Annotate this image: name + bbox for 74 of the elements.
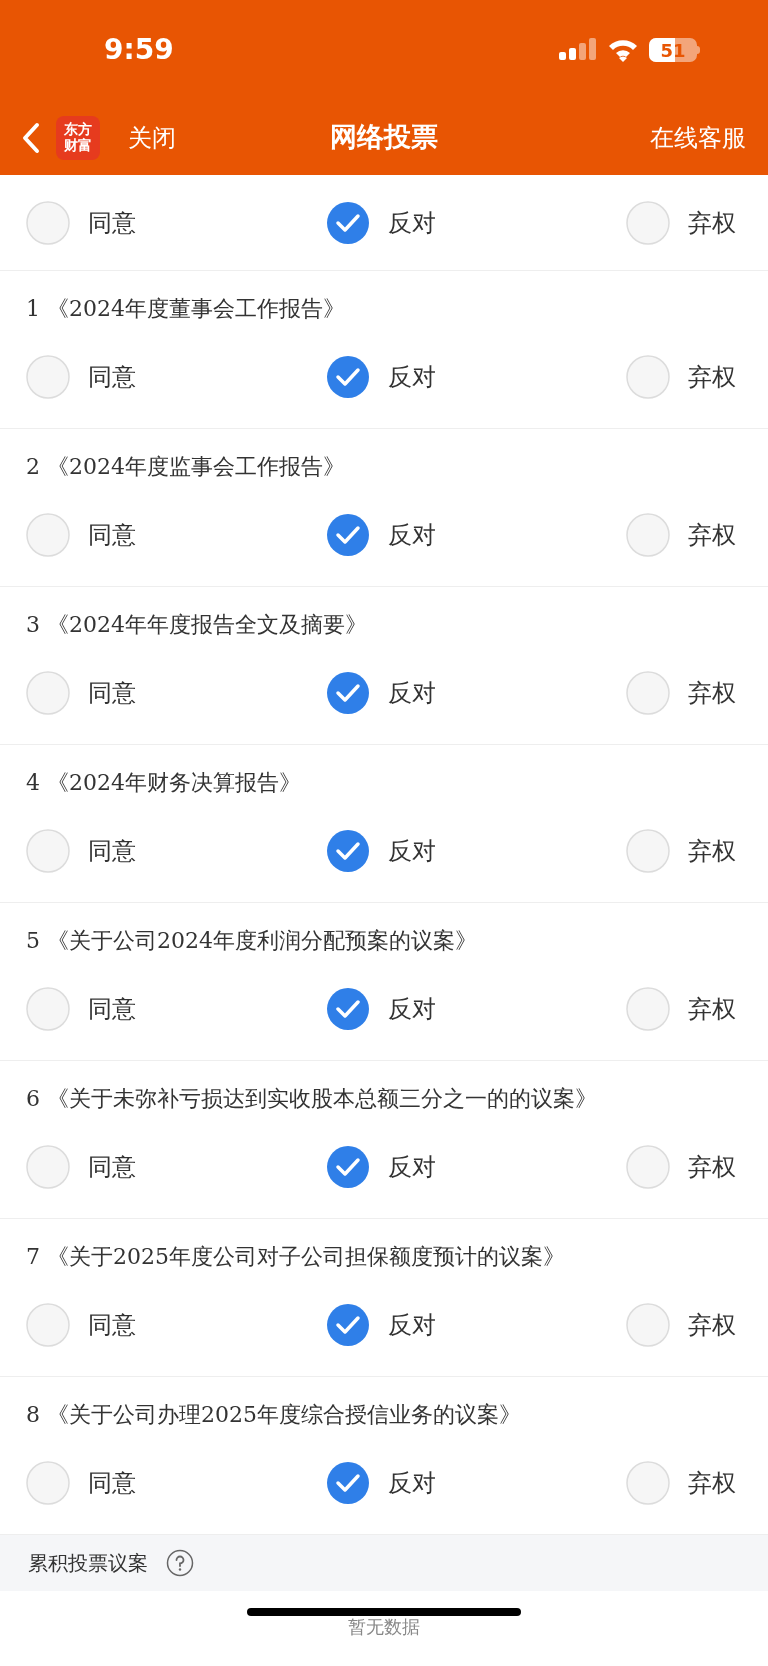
radio-unchecked[interactable] [626,200,670,245]
radio-unchecked[interactable] [626,1460,670,1505]
signal-icon [559,38,597,62]
radio-checked[interactable] [326,354,370,399]
back-icon[interactable] [22,121,40,154]
radio-unchecked[interactable] [26,1460,70,1505]
option-label: 同意 [88,519,136,551]
radio-unchecked[interactable] [26,1302,70,1347]
radio-checked[interactable] [326,512,370,557]
option-label: 同意 [88,677,136,709]
radio-unchecked[interactable] [26,828,70,873]
option-label: 同意 [88,207,136,239]
option-label: 弃权 [688,519,736,551]
radio-checked[interactable] [326,1460,370,1505]
option-label: 反对 [388,835,436,867]
radio-unchecked[interactable] [26,986,70,1031]
section-title: 累积投票议案 [28,1550,148,1577]
option-label: 同意 [88,1309,136,1341]
help-icon[interactable] [166,1549,194,1577]
option-label: 反对 [388,1467,436,1499]
radio-checked[interactable] [326,200,370,245]
proposal-title: 5 《关于公司2024年度利润分配预案的议案》 [26,927,477,955]
proposal-title: 6 《关于未弥补亏损达到实收股本总额三分之一的的议案》 [26,1085,597,1113]
option-label: 反对 [388,1151,436,1183]
option-label: 反对 [388,993,436,1025]
status-time: 9:59 [104,32,174,68]
close-button[interactable]: 关闭 [128,119,176,156]
option-label: 弃权 [688,207,736,239]
app-logo: 东方财富 [56,115,100,160]
proposal-title: 3 《2024年年度报告全文及摘要》 [26,611,367,639]
proposal-title: 2 《2024年度监事会工作报告》 [26,453,345,481]
radio-unchecked[interactable] [626,670,670,715]
option-label: 反对 [388,519,436,551]
radio-unchecked[interactable] [26,512,70,557]
radio-unchecked[interactable] [626,512,670,557]
option-label: 弃权 [688,1151,736,1183]
radio-unchecked[interactable] [626,986,670,1031]
radio-unchecked[interactable] [26,1144,70,1189]
option-label: 弃权 [688,993,736,1025]
option-label: 弃权 [688,1467,736,1499]
radio-checked[interactable] [326,1302,370,1347]
option-label: 弃权 [688,361,736,393]
option-label: 同意 [88,993,136,1025]
option-label: 反对 [388,361,436,393]
radio-checked[interactable] [326,986,370,1031]
option-label: 反对 [388,207,436,239]
battery-icon: 51 [649,38,700,62]
proposal-title: 7 《关于2025年度公司对子公司担保额度预计的议案》 [26,1243,565,1271]
radio-unchecked[interactable] [26,200,70,245]
option-label: 弃权 [688,1309,736,1341]
option-label: 反对 [388,677,436,709]
wifi-icon [607,38,639,62]
radio-unchecked[interactable] [26,670,70,715]
proposal-title: 4 《2024年财务决算报告》 [26,769,301,797]
empty-message: 暂无数据 [348,1615,420,1639]
option-label: 同意 [88,1151,136,1183]
radio-unchecked[interactable] [626,1144,670,1189]
option-label: 弃权 [688,835,736,867]
option-label: 弃权 [688,677,736,709]
radio-unchecked[interactable] [626,828,670,873]
page-title: 网络投票 [330,120,438,155]
option-label: 反对 [388,1309,436,1341]
radio-unchecked[interactable] [626,354,670,399]
radio-unchecked[interactable] [26,354,70,399]
customer-service-button[interactable]: 在线客服 [650,119,746,156]
radio-unchecked[interactable] [626,1302,670,1347]
option-label: 同意 [88,835,136,867]
option-label: 同意 [88,1467,136,1499]
radio-checked[interactable] [326,828,370,873]
radio-checked[interactable] [326,670,370,715]
radio-checked[interactable] [326,1144,370,1189]
proposal-title: 8 《关于公司办理2025年度综合授信业务的议案》 [26,1401,521,1429]
option-label: 同意 [88,361,136,393]
proposal-title: 1 《2024年度董事会工作报告》 [26,295,345,323]
